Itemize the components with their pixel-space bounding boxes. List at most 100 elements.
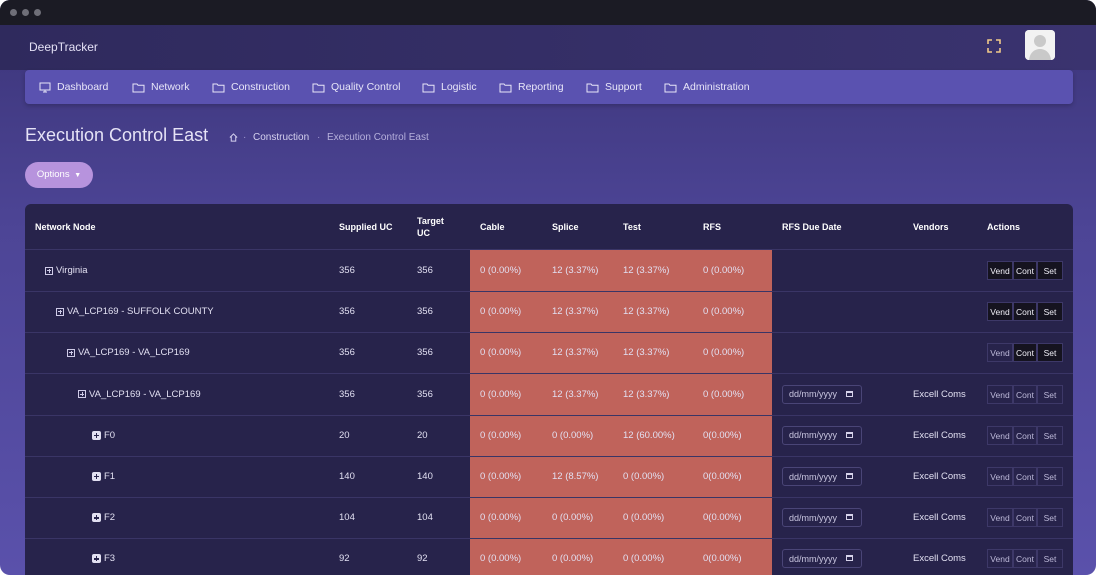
header-test[interactable]: Test [623, 204, 641, 249]
node-cell[interactable]: VA_LCP169 - SUFFOLK COUNTY [56, 291, 214, 332]
rfs-due-date-input[interactable]: dd/mm/yyyy [782, 384, 862, 404]
header-cable[interactable]: Cable [480, 204, 505, 249]
rfs-due-date-input[interactable]: dd/mm/yyyy [782, 549, 862, 569]
table-row[interactable]: Virginia 356 356 0 (0.00%) 12 (3.37%) 12 (3.3… [25, 250, 1073, 292]
nav-item-construction[interactable]: Construction [212, 70, 290, 104]
expand-icon[interactable] [92, 513, 101, 523]
node-cell[interactable]: VA_LCP169 - VA_LCP169 [67, 332, 190, 373]
calendar-icon[interactable] [846, 390, 853, 397]
settings-button[interactable]: Set [1037, 302, 1063, 322]
supplied-uc-cell: 356 [339, 265, 355, 276]
settings-button[interactable]: Set [1037, 425, 1063, 445]
expand-icon[interactable] [92, 554, 101, 564]
cable-cell: 0 (0.00%) [480, 347, 522, 359]
date-placeholder: dd/mm/yyyy [789, 553, 838, 564]
node-cell[interactable]: F2 [92, 497, 115, 538]
window-minimize-dot[interactable] [22, 9, 29, 16]
calendar-icon[interactable] [846, 431, 853, 438]
options-dropdown-button[interactable]: Options ▼ [25, 162, 93, 188]
nav-label: Construction [231, 81, 290, 93]
expand-icon[interactable] [67, 348, 75, 357]
nav-item-dashboard[interactable]: Dashboard [39, 70, 108, 104]
settings-button[interactable]: Set [1037, 343, 1063, 363]
expand-icon[interactable] [45, 266, 53, 275]
header-actions[interactable]: Actions [987, 204, 1020, 249]
node-cell[interactable]: F1 [92, 456, 115, 497]
breadcrumb-construction[interactable]: Construction [253, 132, 309, 143]
vendor-button[interactable]: Vend [987, 343, 1013, 363]
header-supplied-uc[interactable]: Supplied UC [339, 204, 393, 249]
table-row[interactable]: F0 20 20 0 (0.00%) 0 (0.00%) 12 (60.00%) 0(0.0… [25, 415, 1073, 457]
node-name: F1 [104, 471, 116, 482]
window-maximize-dot[interactable] [34, 9, 41, 16]
contract-button[interactable]: Cont [1013, 549, 1037, 569]
vendor-button[interactable]: Vend [987, 384, 1013, 404]
table-row[interactable]: VA_LCP169 - SUFFOLK COUNTY 356 356 0 (0.00%… [25, 291, 1073, 334]
settings-button[interactable]: Set [1037, 549, 1063, 569]
vendor-button[interactable]: Vend [987, 549, 1013, 569]
settings-button[interactable]: Set [1037, 467, 1063, 486]
settings-button[interactable]: Set [1037, 384, 1063, 404]
rfs-due-date-input[interactable]: dd/mm/yyyy [782, 467, 862, 486]
breadcrumb-separator: · [317, 132, 321, 143]
contract-button[interactable]: Cont [1013, 467, 1037, 486]
app-brand[interactable]: DeepTracker [29, 40, 98, 54]
vendor-button[interactable]: Vend [987, 425, 1013, 445]
contract-button[interactable]: Cont [1013, 302, 1037, 322]
header-splice[interactable]: Splice [552, 204, 579, 249]
vendor-button[interactable]: Vend [987, 508, 1013, 528]
nav-item-logistic[interactable]: Logistic [422, 70, 477, 104]
home-icon[interactable] [229, 133, 238, 142]
nav-item-reporting[interactable]: Reporting [499, 70, 564, 104]
contract-button[interactable]: Cont [1013, 261, 1037, 280]
vendor-button[interactable]: Vend [987, 467, 1013, 486]
node-cell[interactable]: F3 [92, 538, 115, 575]
node-cell[interactable]: Virginia [45, 250, 88, 291]
table-row[interactable]: VA_LCP169 - VA_LCP169 356 356 0 (0.00%) 12 (… [25, 332, 1073, 375]
vendor-button[interactable]: Vend [987, 302, 1013, 322]
table-row[interactable]: VA_LCP169 - VA_LCP169 356 356 0 (0.00%) 12 (… [25, 374, 1073, 416]
rfs-due-date-input[interactable]: dd/mm/yyyy [782, 508, 862, 528]
expand-icon[interactable] [56, 307, 64, 316]
window-close-dot[interactable] [10, 9, 17, 16]
fullscreen-icon[interactable] [986, 38, 1002, 54]
header-rfs[interactable]: RFS [703, 204, 721, 249]
expand-icon[interactable] [92, 472, 101, 481]
calendar-icon[interactable] [846, 514, 853, 521]
row-actions: Vend Cont Set [987, 261, 1063, 280]
rfs-cell: 0 (0.00%) [703, 388, 745, 400]
nav-label: Dashboard [57, 81, 109, 93]
node-cell[interactable]: VA_LCP169 - VA_LCP169 [78, 374, 201, 415]
contract-button[interactable]: Cont [1013, 343, 1037, 363]
header-target-uc[interactable]: Target UC [417, 204, 453, 249]
rfs-cell: 0(0.00%) [703, 471, 742, 482]
header-vendors[interactable]: Vendors [913, 204, 949, 249]
calendar-icon[interactable] [846, 473, 853, 479]
table-row[interactable]: F2 104 104 0 (0.00%) 0 (0.00%) 0 (0.00%) 0(0.0… [25, 497, 1073, 540]
row-actions: Vend Cont Set [987, 425, 1063, 445]
header-rfs-due-date[interactable]: RFS Due Date [782, 204, 842, 249]
header-network-node[interactable]: Network Node [35, 204, 96, 249]
cable-cell: 0 (0.00%) [480, 306, 522, 318]
nav-item-network[interactable]: Network [132, 70, 190, 104]
expand-icon[interactable] [78, 390, 86, 399]
vendor-button[interactable]: Vend [987, 261, 1013, 280]
table-row[interactable]: F1 140 140 0 (0.00%) 12 (8.57%) 0 (0.00%) 0(0.… [25, 456, 1073, 498]
nav-item-administration[interactable]: Administration [664, 70, 750, 104]
nav-item-support[interactable]: Support [586, 70, 642, 104]
supplied-uc-cell: 356 [339, 388, 355, 400]
contract-button[interactable]: Cont [1013, 425, 1037, 445]
node-cell[interactable]: F0 [92, 415, 115, 456]
expand-icon[interactable] [92, 430, 101, 440]
user-avatar[interactable] [1025, 30, 1055, 60]
contract-button[interactable]: Cont [1013, 508, 1037, 528]
node-name: VA_LCP169 - VA_LCP169 [78, 347, 190, 359]
calendar-icon[interactable] [846, 555, 853, 562]
settings-button[interactable]: Set [1037, 261, 1063, 280]
table-row[interactable]: F3 92 92 0 (0.00%) 0 (0.00%) 0 (0.00%) 0(0.00%… [25, 538, 1073, 575]
contract-button[interactable]: Cont [1013, 384, 1037, 404]
nav-item-quality-control[interactable]: Quality Control [312, 70, 400, 104]
cable-cell: 0 (0.00%) [480, 429, 522, 441]
settings-button[interactable]: Set [1037, 508, 1063, 528]
rfs-due-date-input[interactable]: dd/mm/yyyy [782, 425, 862, 445]
